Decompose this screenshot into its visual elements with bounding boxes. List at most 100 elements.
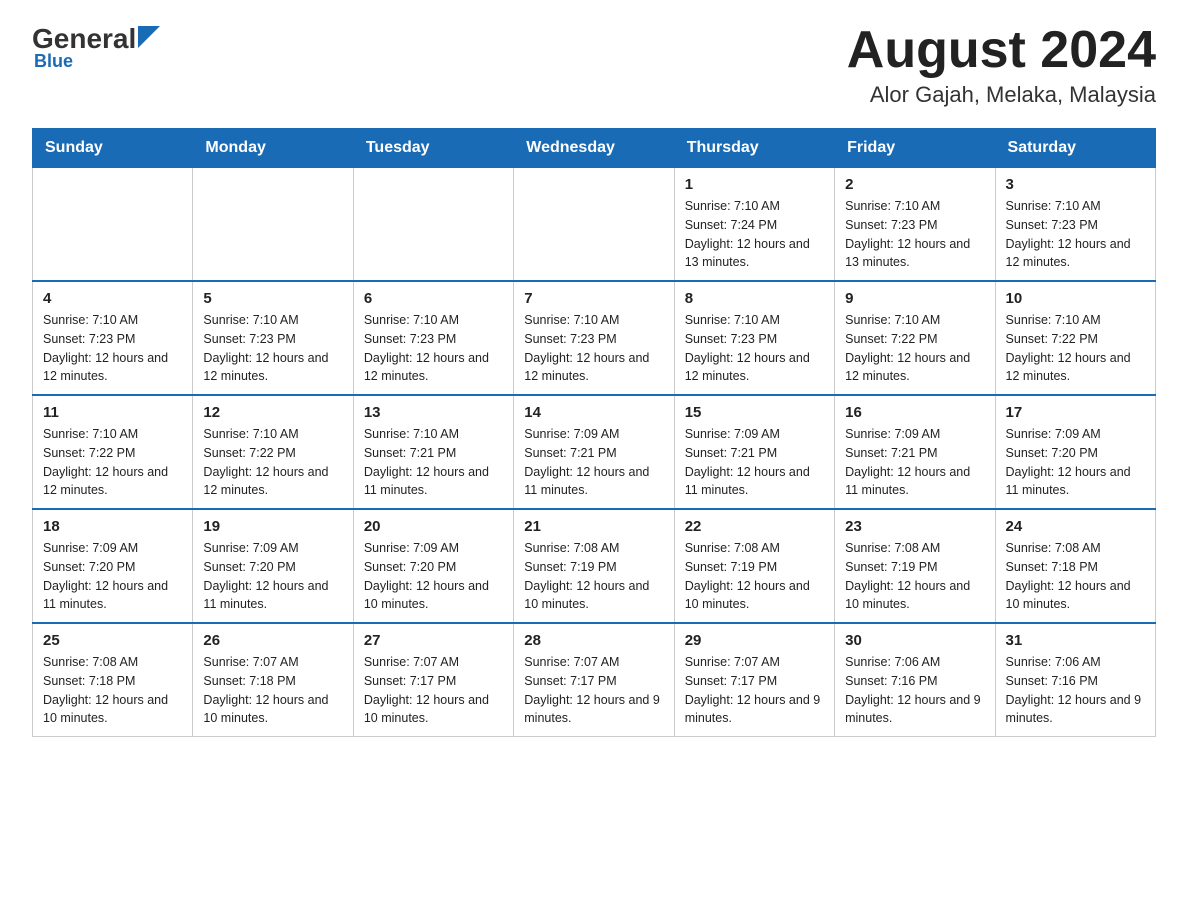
day-info-line: Sunset: 7:24 PM [685,218,777,232]
day-info-line: Sunrise: 7:10 AM [203,313,298,327]
day-info: Sunrise: 7:10 AMSunset: 7:23 PMDaylight:… [685,311,824,386]
calendar-cell: 11Sunrise: 7:10 AMSunset: 7:22 PMDayligh… [33,395,193,509]
header-sunday: Sunday [33,129,193,168]
day-info-line: Sunrise: 7:08 AM [685,541,780,555]
day-info-line: Sunrise: 7:07 AM [203,655,298,669]
day-info-line: Daylight: 12 hours and 10 minutes. [685,579,810,612]
day-info-line: Sunrise: 7:09 AM [1006,427,1101,441]
day-number: 10 [1006,290,1145,307]
day-info-line: Sunset: 7:23 PM [203,332,295,346]
header-friday: Friday [835,129,995,168]
day-info-line: Sunset: 7:16 PM [845,674,937,688]
day-number: 29 [685,632,824,649]
day-info: Sunrise: 7:09 AMSunset: 7:20 PMDaylight:… [364,539,503,614]
day-info-line: Daylight: 12 hours and 9 minutes. [1006,693,1142,726]
day-info-line: Daylight: 12 hours and 12 minutes. [203,351,328,384]
day-info-line: Daylight: 12 hours and 12 minutes. [1006,237,1131,270]
day-info-line: Daylight: 12 hours and 10 minutes. [43,693,168,726]
calendar-cell: 16Sunrise: 7:09 AMSunset: 7:21 PMDayligh… [835,395,995,509]
day-info-line: Daylight: 12 hours and 11 minutes. [203,579,328,612]
day-info-line: Sunset: 7:23 PM [685,332,777,346]
day-info-line: Sunrise: 7:07 AM [364,655,459,669]
day-info-line: Sunrise: 7:09 AM [203,541,298,555]
day-number: 13 [364,404,503,421]
calendar-cell: 1Sunrise: 7:10 AMSunset: 7:24 PMDaylight… [674,168,834,282]
day-info-line: Sunset: 7:20 PM [43,560,135,574]
day-info: Sunrise: 7:09 AMSunset: 7:21 PMDaylight:… [845,425,984,500]
header-tuesday: Tuesday [353,129,513,168]
day-number: 7 [524,290,663,307]
day-number: 5 [203,290,342,307]
day-info: Sunrise: 7:10 AMSunset: 7:22 PMDaylight:… [1006,311,1145,386]
location-subtitle: Alor Gajah, Melaka, Malaysia [847,82,1156,108]
day-info: Sunrise: 7:09 AMSunset: 7:21 PMDaylight:… [524,425,663,500]
day-number: 28 [524,632,663,649]
header-thursday: Thursday [674,129,834,168]
day-info-line: Daylight: 12 hours and 12 minutes. [685,351,810,384]
day-info-line: Daylight: 12 hours and 12 minutes. [364,351,489,384]
day-number: 4 [43,290,182,307]
calendar-cell: 3Sunrise: 7:10 AMSunset: 7:23 PMDaylight… [995,168,1155,282]
month-title: August 2024 [847,24,1156,76]
day-info-line: Sunrise: 7:09 AM [524,427,619,441]
day-info: Sunrise: 7:08 AMSunset: 7:19 PMDaylight:… [524,539,663,614]
calendar-cell: 14Sunrise: 7:09 AMSunset: 7:21 PMDayligh… [514,395,674,509]
calendar-cell: 22Sunrise: 7:08 AMSunset: 7:19 PMDayligh… [674,509,834,623]
day-info-line: Daylight: 12 hours and 10 minutes. [364,579,489,612]
day-info-line: Sunset: 7:22 PM [203,446,295,460]
day-info-line: Sunset: 7:17 PM [685,674,777,688]
day-info-line: Sunset: 7:18 PM [43,674,135,688]
day-info-line: Sunrise: 7:08 AM [1006,541,1101,555]
day-number: 6 [364,290,503,307]
calendar-cell: 9Sunrise: 7:10 AMSunset: 7:22 PMDaylight… [835,281,995,395]
day-info-line: Daylight: 12 hours and 11 minutes. [685,465,810,498]
day-info-line: Daylight: 12 hours and 12 minutes. [524,351,649,384]
day-info-line: Daylight: 12 hours and 12 minutes. [1006,351,1131,384]
day-info-line: Daylight: 12 hours and 10 minutes. [1006,579,1131,612]
day-number: 21 [524,518,663,535]
day-info: Sunrise: 7:07 AM Sunset: 7:17 PM Daylight:… [364,653,503,728]
logo-triangle-icon [138,26,160,48]
day-info-line: Daylight: 12 hours and 9 minutes. [685,693,821,726]
calendar-cell: 8Sunrise: 7:10 AMSunset: 7:23 PMDaylight… [674,281,834,395]
calendar-header-row: SundayMondayTuesdayWednesdayThursdayFrid… [33,129,1156,168]
day-info-line: Sunrise: 7:09 AM [845,427,940,441]
day-info-line: Sunset: 7:16 PM [1006,674,1098,688]
page-header: General Blue August 2024 Alor Gajah, Mel… [32,24,1156,108]
day-number: 2 [845,176,984,193]
header-monday: Monday [193,129,353,168]
day-number: 24 [1006,518,1145,535]
day-info-line: Sunset: 7:21 PM [364,446,456,460]
day-info: Sunrise: 7:08 AMSunset: 7:19 PMDaylight:… [845,539,984,614]
day-info: Sunrise: 7:09 AMSunset: 7:20 PMDaylight:… [203,539,342,614]
calendar-cell [353,168,513,282]
day-info-line: Sunset: 7:17 PM [364,674,456,688]
day-info-line: Sunset: 7:17 PM [524,674,616,688]
calendar-cell [33,168,193,282]
day-info-line: Sunrise: 7:10 AM [1006,199,1101,213]
logo-text-general: General [32,25,136,53]
calendar-cell: 4Sunrise: 7:10 AMSunset: 7:23 PMDaylight… [33,281,193,395]
day-info-line: Sunset: 7:19 PM [685,560,777,574]
day-info-line: Sunset: 7:20 PM [1006,446,1098,460]
day-info: Sunrise: 7:10 AMSunset: 7:23 PMDaylight:… [524,311,663,386]
calendar-cell: 7 Sunrise: 7:10 AMSunset: 7:23 PMDaylight… [514,281,674,395]
day-info-line: Daylight: 12 hours and 10 minutes. [364,693,489,726]
day-info-line: Sunrise: 7:10 AM [43,313,138,327]
day-number: 3 [1006,176,1145,193]
day-info-line: Daylight: 12 hours and 13 minutes. [685,237,810,270]
calendar-cell: 18 Sunrise: 7:09 AMSunset: 7:20 PMDayligh… [33,509,193,623]
day-info: Sunrise: 7:09 AMSunset: 7:20 PMDaylight:… [1006,425,1145,500]
day-info-line: Sunset: 7:23 PM [364,332,456,346]
day-info: Sunrise: 7:09 AMSunset: 7:20 PMDaylight:… [43,539,182,614]
logo: General Blue [32,24,160,72]
day-info-line: Sunset: 7:23 PM [845,218,937,232]
day-info: Sunrise: 7:08 AM Sunset: 7:18 PM Daylight:… [1006,539,1145,614]
day-info-line: Daylight: 12 hours and 11 minutes. [364,465,489,498]
day-info-line: Sunset: 7:18 PM [1006,560,1098,574]
day-number: 20 [364,518,503,535]
calendar-week-row: 1 Sunrise: 7:10 AM Sunset: 7:24 PM Daylight… [33,168,1156,282]
day-number: 18 [43,518,182,535]
day-info: Sunrise: 7:07 AMSunset: 7:17 PMDaylight:… [685,653,824,728]
day-number: 1 [685,176,824,193]
